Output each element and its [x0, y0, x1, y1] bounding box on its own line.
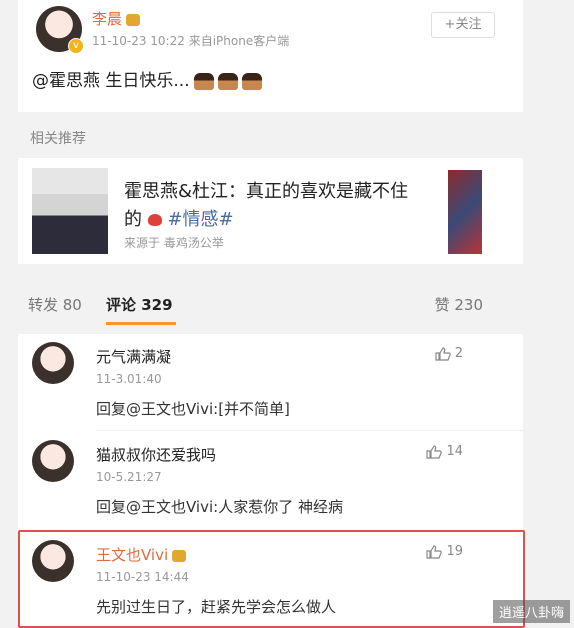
cake-icon [217, 72, 238, 90]
comment-text: 回复@王文也Vivi:[并不简单] [96, 400, 290, 418]
commenter-name[interactable]: 猫叔叔你还爱我吗 [96, 444, 216, 465]
commenter-avatar[interactable] [32, 440, 74, 482]
tab-like[interactable]: 赞 230 [435, 294, 483, 315]
thumbs-up-icon [426, 444, 443, 459]
related-title: 霍思燕&杜江：真正的喜欢是藏不住的 #情感# [124, 178, 424, 234]
comment-item: 元气满满凝 11-3.01:40 回复@王文也Vivi:[并不简单] 2 [18, 334, 523, 431]
post-time: 11-10-23 10:22 [92, 34, 185, 48]
comment-time: 10-5.21:27 [96, 470, 162, 484]
follow-button[interactable]: +关注 [431, 12, 495, 38]
commenter-avatar[interactable] [32, 342, 74, 384]
related-article-card[interactable]: 霍思燕&杜江：真正的喜欢是藏不住的 #情感# 来源于 毒鸡汤公举 [18, 158, 523, 264]
commenter-name[interactable]: 王文也Vivi [96, 544, 187, 565]
comment-item: 猫叔叔你还爱我吗 10-5.21:27 回复@王文也Vivi:人家惹你了 神经病… [18, 432, 523, 528]
commenter-name-text: 王文也Vivi [96, 546, 169, 564]
thumbs-up-icon [435, 346, 451, 361]
comment-like-button[interactable]: 2 [435, 346, 463, 361]
related-source: 来源于 毒鸡汤公举 [124, 236, 224, 250]
side-thumbnail [448, 170, 482, 254]
thumbs-up-icon [426, 544, 443, 559]
related-hashtag[interactable]: #情感# [167, 209, 233, 230]
like-count: 2 [454, 346, 463, 361]
post-meta: 11-10-23 10:22 来自iPhone客户端 [92, 32, 289, 49]
comment-time: 11-10-23 14:44 [96, 570, 189, 584]
vip-crown-icon [172, 549, 187, 562]
vip-crown-icon [126, 13, 141, 26]
comments-list: 元气满满凝 11-3.01:40 回复@王文也Vivi:[并不简单] 2 猫叔叔… [18, 334, 525, 628]
commenter-name[interactable]: 元气满满凝 [96, 346, 171, 367]
comment-item-highlighted: 王文也Vivi 11-10-23 14:44 先别过生日了，赶紧先学会怎么做人 … [18, 532, 523, 624]
tab-repost[interactable]: 转发 80 [28, 294, 82, 315]
cake-icon [241, 72, 262, 90]
commenter-avatar[interactable] [32, 540, 74, 582]
cake-icon [193, 72, 214, 90]
active-tab-indicator [106, 322, 176, 325]
post-source: 来自iPhone客户端 [188, 34, 290, 48]
post-text: @霍思燕 生日快乐... [32, 66, 262, 91]
verified-badge-icon: v [68, 38, 84, 54]
tab-comment[interactable]: 评论 329 [106, 294, 173, 315]
comment-like-button[interactable]: 14 [426, 444, 463, 459]
related-thumbnail [32, 168, 108, 254]
comment-text: 先别过生日了，赶紧先学会怎么做人 [96, 598, 337, 616]
comment-time: 11-3.01:40 [96, 372, 162, 386]
like-count: 14 [446, 444, 463, 459]
post-text-content: @霍思燕 生日快乐... [32, 71, 190, 91]
like-count: 19 [446, 544, 463, 559]
related-section-label: 相关推荐 [30, 131, 86, 147]
heart-icon [147, 214, 162, 226]
watermark: 逍遥八卦嗨 [492, 600, 570, 623]
author-name-text: 李晨 [92, 10, 123, 28]
author-name[interactable]: 李晨 [92, 8, 141, 29]
post-card: v 李晨 11-10-23 10:22 来自iPhone客户端 +关注 @霍思燕… [18, 0, 523, 112]
comment-tabs: 转发 80 评论 329 赞 230 [18, 286, 523, 330]
divider [96, 430, 523, 431]
comment-text: 回复@王文也Vivi:人家惹你了 神经病 [96, 498, 343, 516]
comment-like-button[interactable]: 19 [426, 544, 463, 559]
